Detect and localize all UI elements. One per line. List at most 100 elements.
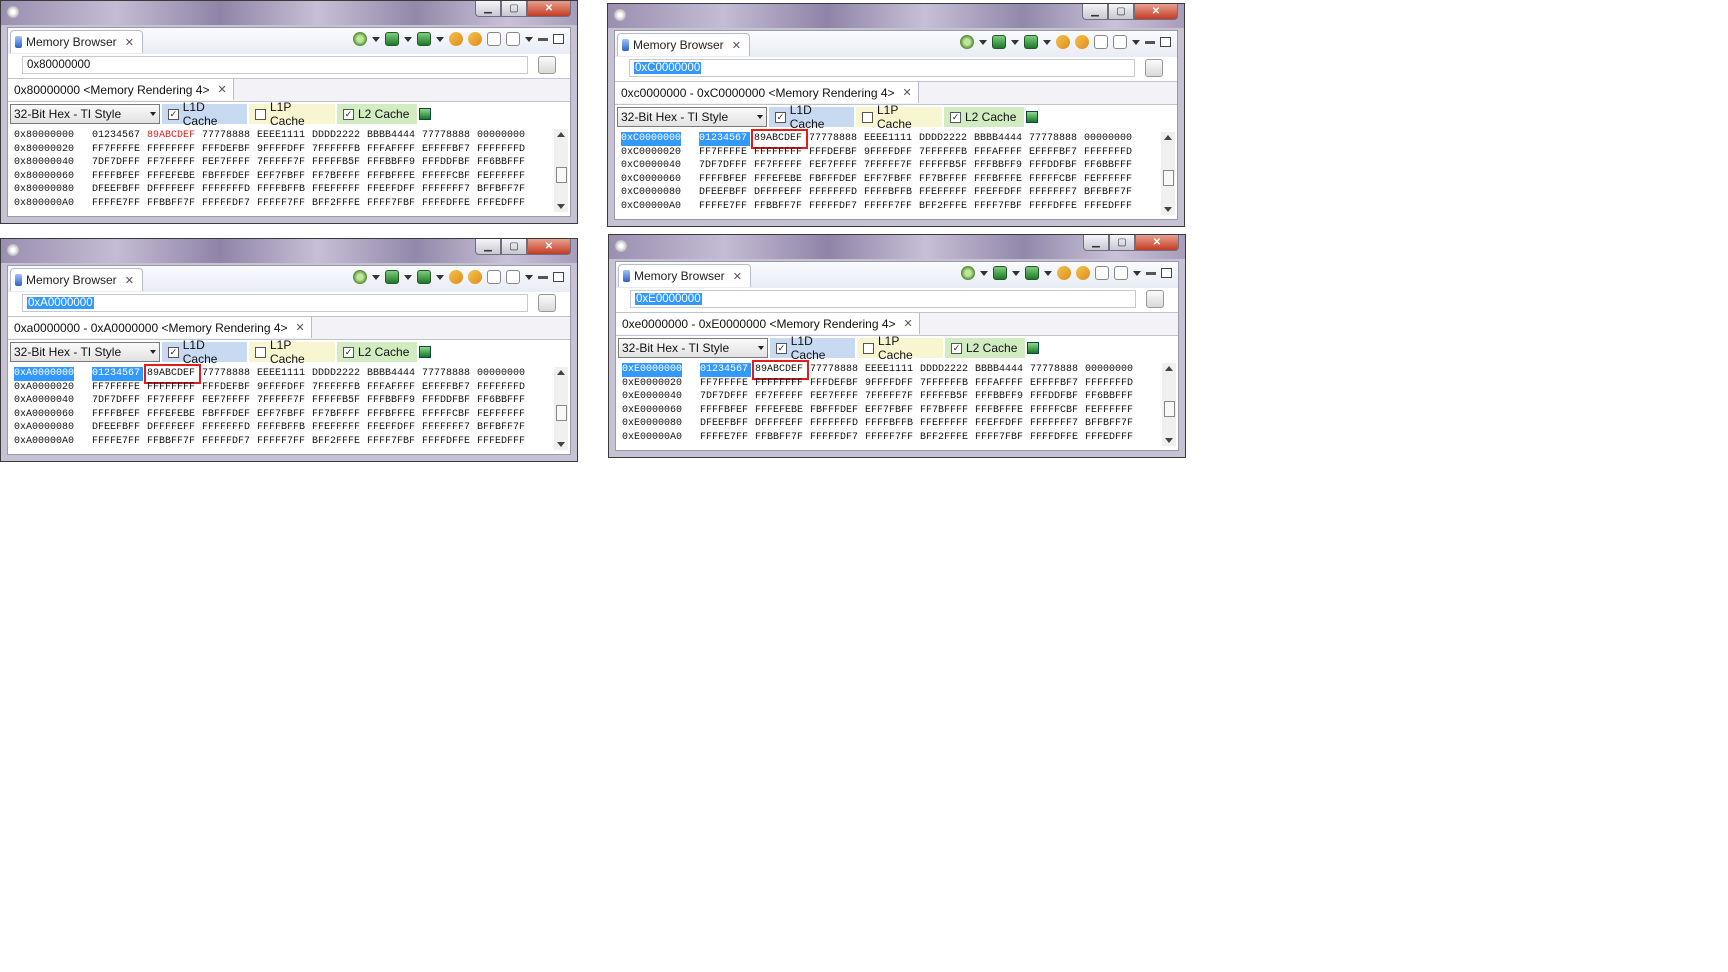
memory-row[interactable]: 0xC0000060 FFFFBFEF FFFEFEBE FBFFFDEF EFF7FB… <box>619 173 1159 187</box>
memory-word[interactable]: 01234567 <box>92 129 143 143</box>
memory-word[interactable]: 77778888 <box>202 129 253 143</box>
address-input[interactable]: 0xC0000000 <box>629 59 1135 77</box>
memory-word[interactable]: FFFDDFBF <box>422 394 473 408</box>
sync-icon[interactable] <box>1057 266 1071 280</box>
memory-row[interactable]: 0xE0000000 01234567 89ABCDEF 77778888 EEEE11… <box>620 360 1160 380</box>
close-tab-icon[interactable]: ✕ <box>125 36 134 49</box>
chevron-down-icon[interactable] <box>979 39 987 45</box>
maximize-button[interactable]: ▢ <box>501 1 527 17</box>
tab-memory-browser[interactable]: Memory Browser ✕ <box>618 264 751 287</box>
memory-word[interactable]: FFFBBFF9 <box>367 394 418 408</box>
l1p-cache-toggle[interactable]: L1P Cache <box>249 338 335 366</box>
view-menu-icon[interactable] <box>525 36 533 42</box>
memory-dump[interactable]: 0xA0000000 01234567 89ABCDEF 77778888 EEEE11… <box>12 364 552 450</box>
refresh-icon[interactable] <box>961 266 975 280</box>
refresh-icon[interactable] <box>960 35 974 49</box>
memory-word[interactable]: FFEFFDFF <box>975 417 1026 431</box>
chevron-down-icon[interactable] <box>372 36 380 42</box>
memory-word[interactable]: FFFAFFFF <box>367 143 418 157</box>
memory-word[interactable]: FFFFE7FF <box>699 200 750 214</box>
memory-word[interactable]: BBBB4444 <box>974 132 1025 146</box>
memory-word[interactable]: FFFFBFEF <box>92 408 143 422</box>
memory-word[interactable]: 77778888 <box>1030 363 1081 377</box>
memory-row[interactable]: 0x80000020 FF7FFFFE FFFFFFFF FFFDEFBF 9FFFFD… <box>12 143 552 157</box>
save-memory-icon[interactable] <box>1024 35 1038 49</box>
memory-row[interactable]: 0xA0000020 FF7FFFFE FFFFFFFF FFFDEFBF 9FFFFD… <box>12 381 552 395</box>
memory-word[interactable]: FFFFFB5F <box>312 156 363 170</box>
l1p-checkbox[interactable] <box>255 346 266 358</box>
memory-word[interactable]: FFFFFCBF <box>1030 404 1081 418</box>
memory-word[interactable]: 77778888 <box>202 367 253 381</box>
memory-word[interactable]: FFFFFFF7 <box>1030 417 1081 431</box>
l2-checkbox[interactable]: ✓ <box>951 342 962 354</box>
memory-word[interactable]: 89ABCDEF <box>147 129 198 143</box>
l2-cache-toggle[interactable]: ✓ L2 Cache <box>945 338 1025 358</box>
memory-chip-icon[interactable] <box>993 266 1007 280</box>
memory-chip-icon[interactable] <box>385 270 399 284</box>
scroll-down-icon[interactable] <box>557 204 565 209</box>
memory-word[interactable]: FFFFFCBF <box>1029 173 1080 187</box>
view-menu-icon[interactable] <box>1132 39 1140 45</box>
memory-row[interactable]: 0x80000000 01234567 89ABCDEF 77778888 EEEE11… <box>12 129 552 143</box>
chevron-down-icon[interactable] <box>1043 39 1051 45</box>
format-select[interactable]: 32-Bit Hex - TI Style <box>617 107 767 127</box>
memory-word[interactable]: 01234567 <box>699 132 750 146</box>
memory-word[interactable]: 00000000 <box>1084 132 1135 146</box>
memory-word[interactable]: FF6BBFFF <box>477 156 528 170</box>
memory-word[interactable]: FFBBFF7F <box>755 431 806 445</box>
memory-word[interactable]: 77778888 <box>1029 132 1080 146</box>
memory-word[interactable]: FFFFFFF7 <box>422 421 473 435</box>
memory-word[interactable]: DDDD2222 <box>312 367 363 381</box>
memory-word[interactable]: EFF7FBFF <box>257 408 308 422</box>
memory-word[interactable]: FFEFFDFF <box>367 421 418 435</box>
new-rendering-icon[interactable] <box>487 270 501 284</box>
memory-word[interactable]: FEFFFFFF <box>1084 173 1135 187</box>
memory-word[interactable]: FFFBFFFE <box>367 408 418 422</box>
memory-row[interactable]: 0xE0000060 FFFFBFEF FFFEFEBE FBFFFDEF EFF7FB… <box>620 404 1160 418</box>
window-titlebar[interactable]: ▁ ▢ ✕ <box>608 4 1184 28</box>
memory-word[interactable]: FFFFDFFE <box>422 197 473 211</box>
link-icon[interactable] <box>468 270 482 284</box>
memory-word[interactable]: FFFFFDF7 <box>810 431 861 445</box>
memory-word[interactable]: DFFFFEFF <box>755 417 806 431</box>
pin-view-icon[interactable] <box>506 32 520 46</box>
memory-word[interactable]: FFFEFEBE <box>755 404 806 418</box>
memory-word[interactable]: 7FFFFFFB <box>920 377 971 391</box>
memory-word[interactable]: FFFF7FBF <box>974 200 1025 214</box>
minimize-button[interactable]: ▁ <box>475 239 501 255</box>
memory-word[interactable]: FFFF7FBF <box>367 197 418 211</box>
maximize-button[interactable]: ▢ <box>1108 4 1134 20</box>
memory-word[interactable]: 7DF7DFFF <box>92 394 143 408</box>
memory-row[interactable]: 0x80000060 FFFFBFEF FFFEFEBE FBFFFDEF EFF7FB… <box>12 170 552 184</box>
memory-word[interactable]: FFFFBFEF <box>700 404 751 418</box>
close-tab-icon[interactable]: ✕ <box>125 274 134 287</box>
memory-word[interactable]: FFEFFFFF <box>312 183 363 197</box>
scroll-thumb[interactable] <box>1164 401 1175 417</box>
save-memory-icon[interactable] <box>417 270 431 284</box>
maximize-button[interactable]: ▢ <box>501 239 527 255</box>
memory-word[interactable]: FFFFFFFD <box>1084 146 1135 160</box>
go-button[interactable] <box>1145 59 1163 77</box>
memory-chip-icon[interactable] <box>385 32 399 46</box>
close-window-button[interactable]: ✕ <box>1135 235 1179 251</box>
memory-word[interactable]: FFFDEFBF <box>202 381 253 395</box>
memory-word[interactable]: FEFFFFFF <box>1085 404 1136 418</box>
memory-word[interactable]: FF7FFFFF <box>147 394 198 408</box>
scroll-up-icon[interactable] <box>1165 366 1173 371</box>
memory-word[interactable]: FFFFF7FF <box>257 435 308 449</box>
memory-word[interactable]: FFFBFFFE <box>367 170 418 184</box>
memory-word[interactable]: FFFFFFFD <box>202 421 253 435</box>
l2-cache-toggle[interactable]: ✓ L2 Cache <box>337 342 417 362</box>
memory-word[interactable]: FBFFFDEF <box>202 170 253 184</box>
memory-word[interactable]: FFFDEFBF <box>810 377 861 391</box>
memory-word[interactable]: FFFFDFFE <box>422 435 473 449</box>
memory-row[interactable]: 0xC0000080 DFEEFBFF DFFFFEFF FFFFFFFD FFFFBF… <box>619 186 1159 200</box>
memory-word[interactable]: FFFFBFFB <box>257 183 308 197</box>
memory-row[interactable]: 0xA0000000 01234567 89ABCDEF 77778888 EEEE11… <box>12 364 552 384</box>
link-icon[interactable] <box>1076 266 1090 280</box>
memory-row[interactable]: 0x800000A0 FFFFE7FF FFBBFF7F FFFFFDF7 FFFFF7… <box>12 197 552 211</box>
memory-word[interactable]: EFFFFBF7 <box>422 143 473 157</box>
tab-memory-rendering[interactable]: 0xa0000000 - 0xA0000000 <Memory Renderin… <box>8 317 312 338</box>
memory-word[interactable]: FFFEFEBE <box>147 170 198 184</box>
memory-word[interactable]: 7DF7DFFF <box>700 390 751 404</box>
